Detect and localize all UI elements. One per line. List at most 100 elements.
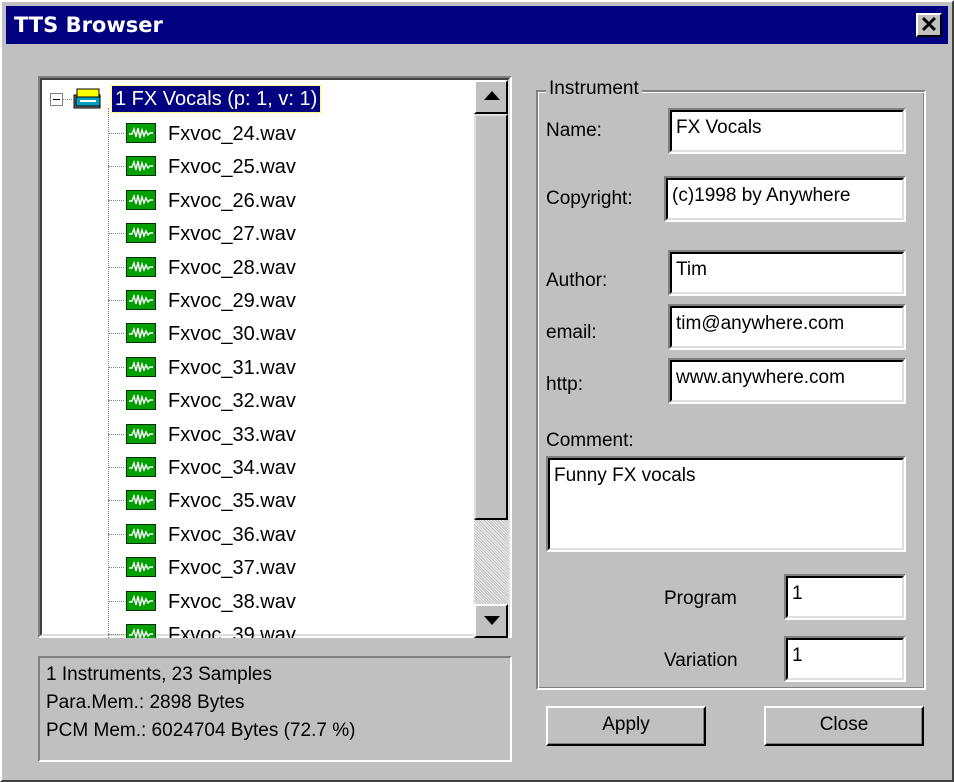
scroll-down-button[interactable] (474, 604, 508, 638)
tree-connector (108, 133, 124, 134)
scroll-thumb[interactable] (474, 114, 508, 520)
tree-connector (108, 400, 124, 402)
waveform-icon (126, 490, 156, 511)
tree-sample-row[interactable]: Fxvoc_32.wav (42, 387, 482, 419)
close-icon: ✕ (919, 12, 939, 37)
tree-sample-label[interactable]: Fxvoc_35.wav (168, 488, 296, 514)
waveform-icon (126, 156, 156, 177)
tree-sample-row[interactable]: Fxvoc_34.wav (42, 454, 482, 486)
tree-connector (108, 199, 124, 201)
variation-value[interactable]: 1 (786, 638, 904, 680)
tree-sample-label[interactable]: Fxvoc_27.wav (168, 221, 296, 247)
waveform-icon (126, 523, 156, 544)
waveform-icon (126, 356, 156, 377)
waveform-icon (126, 590, 156, 611)
tree-connector (108, 500, 124, 502)
sample-tree[interactable]: 1 FX Vocals (p: 1, v: 1) Fxvoc_24.wav Fxv… (38, 76, 512, 638)
tree-sample-row[interactable]: Fxvoc_39.wav (42, 621, 482, 638)
http-value[interactable]: www.anywhere.com (670, 360, 904, 402)
tree-sample-row[interactable]: Fxvoc_25.wav (42, 153, 482, 185)
waveform-icon (126, 423, 156, 444)
copyright-field[interactable]: (c)1998 by Anywhere (664, 176, 906, 222)
tree-connector (108, 300, 124, 301)
tree-connector (108, 567, 124, 569)
waveform-icon (126, 123, 156, 143)
variation-field[interactable]: 1 (784, 636, 906, 682)
title-bar[interactable]: TTS Browser ✕ (6, 6, 948, 44)
window-title: TTS Browser (14, 13, 163, 37)
tts-browser-window: TTS Browser ✕ 1 FX Vocals (p: 1, v: 1) F… (0, 0, 954, 782)
program-value[interactable]: 1 (786, 576, 904, 618)
tree-connector (108, 533, 124, 535)
status-instruments-samples: 1 Instruments, 23 Samples (46, 664, 272, 685)
tree-sample-label[interactable]: Fxvoc_39.wav (168, 622, 296, 638)
collapse-icon[interactable] (50, 93, 63, 106)
email-value[interactable]: tim@anywhere.com (670, 306, 904, 348)
tree-sample-label[interactable]: Fxvoc_24.wav (168, 121, 296, 147)
tree-sample-row[interactable]: Fxvoc_31.wav (42, 354, 482, 386)
tree-sample-label[interactable]: Fxvoc_29.wav (168, 288, 296, 314)
tree-sample-row[interactable]: Fxvoc_37.wav (42, 554, 482, 586)
waveform-icon (126, 557, 156, 578)
tree-sample-row[interactable]: Fxvoc_30.wav (42, 320, 482, 352)
http-field[interactable]: www.anywhere.com (668, 358, 906, 404)
tree-sample-label[interactable]: Fxvoc_25.wav (168, 154, 296, 180)
copyright-label: Copyright: (546, 188, 633, 209)
tree-sample-label[interactable]: Fxvoc_36.wav (168, 522, 296, 548)
memory-status-box: 1 Instruments, 23 Samples Para.Mem.: 289… (38, 656, 512, 762)
tree-sample-label[interactable]: Fxvoc_33.wav (168, 422, 296, 448)
waveform-icon (126, 189, 156, 210)
waveform-icon (126, 624, 156, 638)
instrument-group-label: Instrument (546, 78, 642, 100)
name-field[interactable]: FX Vocals (668, 108, 906, 154)
author-value[interactable]: Tim (670, 252, 904, 294)
waveform-icon (126, 290, 156, 310)
status-pcm-mem: PCM Mem.: 6024704 Bytes (72.7 %) (46, 720, 356, 741)
tree-sample-row[interactable]: Fxvoc_29.wav (42, 287, 482, 319)
copyright-value[interactable]: (c)1998 by Anywhere (666, 178, 904, 220)
tree-scrollbar[interactable] (474, 80, 508, 638)
email-field[interactable]: tim@anywhere.com (668, 304, 906, 350)
arrow-down-icon (484, 616, 500, 625)
apply-button[interactable]: Apply (546, 706, 706, 746)
status-para-mem: Para.Mem.: 2898 Bytes (46, 692, 245, 713)
variation-label: Variation (664, 650, 738, 671)
tree-sample-row[interactable]: Fxvoc_38.wav (42, 588, 482, 620)
tree-sample-row[interactable]: Fxvoc_27.wav (42, 220, 482, 252)
comment-value[interactable]: Funny FX vocals (548, 458, 904, 550)
close-button[interactable]: Close (764, 706, 924, 746)
tree-connector (108, 233, 124, 235)
tree-connector (108, 166, 124, 168)
close-window-button[interactable]: ✕ (916, 12, 942, 37)
tree-sample-label[interactable]: Fxvoc_37.wav (168, 555, 296, 581)
tree-sample-row[interactable]: Fxvoc_28.wav (42, 254, 482, 286)
comment-field[interactable]: Funny FX vocals (546, 456, 906, 552)
waveform-icon (126, 256, 156, 277)
tree-sample-label[interactable]: Fxvoc_34.wav (168, 455, 296, 481)
name-value[interactable]: FX Vocals (670, 110, 904, 152)
tree-connector (108, 366, 124, 368)
tree-sample-row[interactable]: Fxvoc_24.wav (42, 120, 482, 152)
tree-connector (63, 99, 72, 100)
instrument-folder-icon (73, 88, 101, 109)
tree-sample-row[interactable]: Fxvoc_33.wav (42, 421, 482, 453)
tree-sample-label[interactable]: Fxvoc_28.wav (168, 255, 296, 281)
tree-root-label[interactable]: 1 FX Vocals (p: 1, v: 1) (110, 85, 322, 113)
tree-sample-row[interactable]: Fxvoc_35.wav (42, 487, 482, 519)
tree-sample-label[interactable]: Fxvoc_32.wav (168, 388, 296, 414)
author-label: Author: (546, 270, 608, 291)
author-field[interactable]: Tim (668, 250, 906, 296)
program-field[interactable]: 1 (784, 574, 906, 620)
tree-sample-row[interactable]: Fxvoc_26.wav (42, 187, 482, 219)
tree-sample-row[interactable]: Fxvoc_36.wav (42, 521, 482, 553)
tree-sample-label[interactable]: Fxvoc_30.wav (168, 321, 296, 347)
waveform-icon (126, 223, 156, 244)
tree-connector (108, 600, 124, 602)
tree-sample-label[interactable]: Fxvoc_26.wav (168, 188, 296, 214)
tree-root-row[interactable]: 1 FX Vocals (p: 1, v: 1) (42, 85, 482, 118)
tree-sample-label[interactable]: Fxvoc_31.wav (168, 355, 296, 381)
tree-connector (108, 433, 124, 435)
waveform-icon (126, 457, 156, 477)
tree-sample-label[interactable]: Fxvoc_38.wav (168, 589, 296, 615)
scroll-up-button[interactable] (474, 80, 508, 114)
